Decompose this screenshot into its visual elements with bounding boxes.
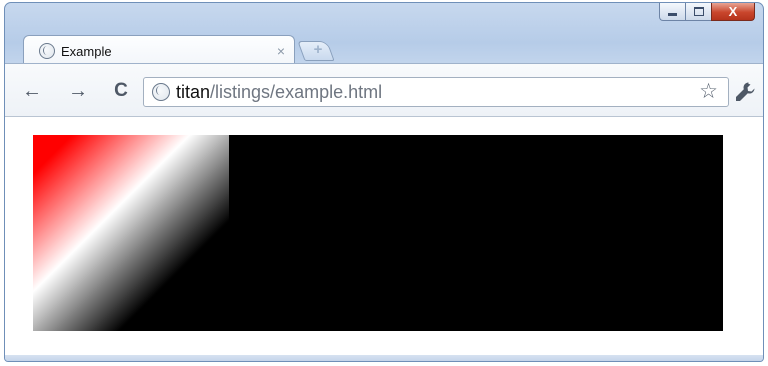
minimize-icon <box>668 13 677 16</box>
back-button[interactable]: ← <box>19 80 45 102</box>
browser-window: X Example × + ← → C titan /listings/exam… <box>4 2 764 362</box>
tab-title: Example <box>61 43 112 59</box>
page-content <box>5 117 763 357</box>
maximize-icon <box>693 7 704 16</box>
url-path: /listings/example.html <box>210 81 383 102</box>
globe-icon <box>39 43 55 59</box>
bookmark-star-icon[interactable]: ☆ <box>699 81 718 103</box>
address-bar[interactable]: titan /listings/example.html ☆ <box>143 77 729 107</box>
globe-icon <box>152 83 170 101</box>
wrench-icon[interactable] <box>733 80 757 104</box>
reload-button[interactable]: C <box>108 80 134 102</box>
url-host: titan <box>176 81 211 102</box>
minimize-button[interactable] <box>659 3 685 21</box>
canvas <box>33 135 723 331</box>
tab-close-button[interactable]: × <box>277 43 285 59</box>
maximize-button[interactable] <box>685 3 711 21</box>
gradient-square <box>33 135 229 331</box>
forward-button[interactable]: → <box>65 80 91 102</box>
tab-content: Example × <box>31 39 293 63</box>
window-controls: X <box>659 3 755 23</box>
toolbar: ← → C titan /listings/example.html ☆ <box>5 63 763 117</box>
close-icon: X <box>728 4 738 19</box>
plus-icon: + <box>313 41 323 58</box>
close-window-button[interactable]: X <box>711 3 755 21</box>
window-bottom-border <box>5 355 763 361</box>
